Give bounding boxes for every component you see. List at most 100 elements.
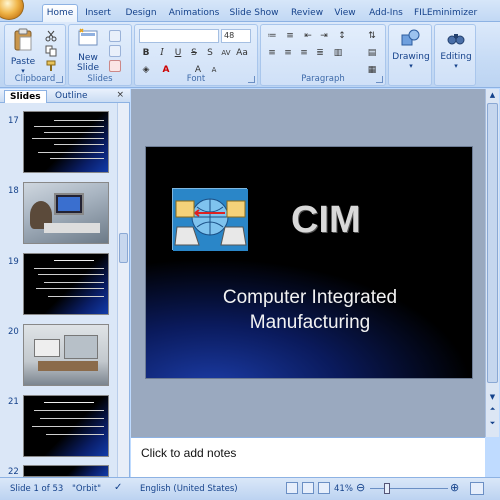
format-painter-icon[interactable] [45, 60, 57, 72]
slide-thumbnail-20[interactable] [23, 324, 109, 386]
notes-pane[interactable]: Click to add notes [131, 437, 485, 477]
paragraph-dialog-launcher[interactable] [376, 76, 383, 83]
strikethrough-button[interactable]: S [187, 46, 201, 60]
slide-number: 21 [8, 397, 19, 407]
slide-show-view-icon[interactable] [318, 482, 330, 494]
tab-add-ins[interactable]: Add-Ins [368, 5, 404, 22]
copy-icon[interactable] [45, 45, 57, 57]
slide-title[interactable]: CIM [291, 199, 361, 242]
align-center-icon[interactable]: ≡ [281, 46, 295, 60]
ribbon: Paste ▾ Clipboard New Slide Slides 48 B … [0, 22, 500, 88]
line-spacing-icon[interactable]: ↕ [335, 29, 349, 43]
slide-number: 18 [8, 186, 19, 196]
spelling-check-icon[interactable]: ✓ [114, 482, 122, 493]
bold-button[interactable]: B [139, 46, 153, 60]
character-spacing-button[interactable]: AV [219, 46, 233, 60]
slide-thumbnail-21[interactable] [23, 395, 109, 457]
columns-icon[interactable]: ▥ [331, 46, 345, 60]
align-left-icon[interactable]: ≡ [265, 46, 279, 60]
numbering-icon[interactable]: ≡ [283, 29, 297, 43]
paste-icon [14, 28, 32, 51]
text-direction-icon[interactable]: ⇅ [365, 29, 379, 43]
zoom-level[interactable]: 41% [334, 484, 353, 494]
current-slide[interactable]: CIM Computer Integrated Manufacturing [145, 146, 473, 379]
slide-number: 20 [8, 327, 19, 337]
status-bar: Slide 1 of 53 "Orbit" ✓ English (United … [0, 477, 500, 500]
tab-view[interactable]: View [332, 5, 358, 22]
scroll-up-icon[interactable]: ▲ [487, 91, 498, 101]
reset-icon[interactable] [109, 45, 121, 57]
editing-button[interactable]: Editing ▾ [436, 29, 476, 70]
fit-to-window-icon[interactable] [470, 482, 484, 495]
decrease-indent-icon[interactable]: ⇤ [301, 29, 315, 43]
delete-slide-icon[interactable] [109, 60, 121, 72]
office-button[interactable] [0, 0, 24, 20]
bullets-icon[interactable]: ≔ [265, 29, 279, 43]
tab-slide-show[interactable]: Slide Show [228, 5, 280, 22]
drawing-button[interactable]: Drawing ▾ [391, 29, 431, 70]
previous-slide-icon[interactable]: ⏶ [487, 405, 498, 414]
zoom-slider-track[interactable] [370, 488, 448, 489]
slide-number: 22 [8, 467, 19, 477]
editing-label: Editing [440, 52, 472, 62]
tab-insert[interactable]: Insert [82, 5, 114, 22]
slide-count: Slide 1 of 53 [10, 484, 64, 494]
slide-subtitle-line1[interactable]: Computer Integrated [176, 287, 444, 309]
slides-pane: Slides Outline × 17 18 19 20 21 22 [0, 89, 130, 477]
slide-number: 19 [8, 257, 19, 267]
clipboard-dialog-launcher[interactable] [56, 76, 63, 83]
drawing-dropdown-icon[interactable]: ▾ [391, 62, 431, 70]
italic-button[interactable]: I [155, 46, 169, 60]
underline-button[interactable]: U [171, 46, 185, 60]
tab-outline[interactable]: Outline [50, 90, 93, 103]
justify-icon[interactable]: ≣ [313, 46, 327, 60]
cut-icon[interactable] [45, 30, 57, 42]
notes-placeholder[interactable]: Click to add notes [141, 446, 236, 460]
clipboard-group: Paste ▾ Clipboard [4, 24, 66, 86]
layout-icon[interactable] [109, 30, 121, 42]
new-slide-button[interactable]: New Slide [72, 28, 104, 73]
zoom-slider-handle[interactable] [384, 483, 390, 494]
pane-close-icon[interactable]: × [116, 90, 124, 100]
slide-thumbnail-22[interactable] [23, 465, 109, 477]
align-right-icon[interactable]: ≡ [297, 46, 311, 60]
next-slide-icon[interactable]: ⏷ [487, 419, 498, 428]
change-case-button[interactable]: Aa [235, 46, 249, 60]
slide-subtitle-line2[interactable]: Manufacturing [176, 312, 444, 334]
shadow-button[interactable]: S [203, 46, 217, 60]
normal-view-icon[interactable] [286, 482, 298, 494]
paragraph-group: ≔ ≡ ⇤ ⇥ ↕ ⇅ ≡ ≡ ≡ ≣ ▥ ▤ ▦ Paragraph [260, 24, 386, 86]
tab-home[interactable]: Home [42, 4, 78, 23]
tab-review[interactable]: Review [290, 5, 324, 22]
editing-group: Editing ▾ [434, 24, 476, 86]
increase-indent-icon[interactable]: ⇥ [317, 29, 331, 43]
slide-thumbnail-19[interactable] [23, 253, 109, 315]
zoom-out-icon[interactable]: ⊖ [356, 481, 365, 494]
tab-design[interactable]: Design [124, 5, 158, 22]
slide-sorter-view-icon[interactable] [302, 482, 314, 494]
tab-fileminimizer[interactable]: FILEminimizer [414, 5, 477, 22]
cim-logo-image [172, 188, 248, 251]
slide-thumbnail-17[interactable] [23, 111, 109, 173]
font-dialog-launcher[interactable] [248, 76, 255, 83]
zoom-in-icon[interactable]: ⊕ [450, 481, 459, 494]
font-size-combo[interactable]: 48 [221, 29, 251, 43]
computer-network-icon [173, 189, 248, 251]
font-name-combo[interactable] [139, 29, 219, 43]
scrollbar-thumb[interactable] [487, 103, 498, 383]
editing-dropdown-icon[interactable]: ▾ [436, 62, 476, 70]
slides-group-label: Slides [87, 74, 113, 84]
tab-slides[interactable]: Slides [4, 90, 47, 103]
font-group: 48 B I U S S AV Aa ◈ A A A Font [134, 24, 258, 86]
slides-pane-scrollbar[interactable] [117, 103, 129, 477]
language-indicator[interactable]: English (United States) [140, 484, 238, 494]
new-slide-label-line1: New [78, 53, 98, 63]
paste-button[interactable]: Paste ▾ [9, 28, 37, 75]
align-text-icon[interactable]: ▤ [365, 46, 379, 60]
slide-thumbnail-18[interactable] [23, 182, 109, 244]
tab-animations[interactable]: Animations [166, 5, 222, 22]
slide-canvas-scrollbar[interactable]: ▲ ▼ ⏶ ⏷ [485, 89, 499, 437]
scrollbar-thumb[interactable] [119, 233, 128, 263]
scroll-down-icon[interactable]: ▼ [487, 393, 498, 401]
new-slide-icon [78, 28, 98, 46]
